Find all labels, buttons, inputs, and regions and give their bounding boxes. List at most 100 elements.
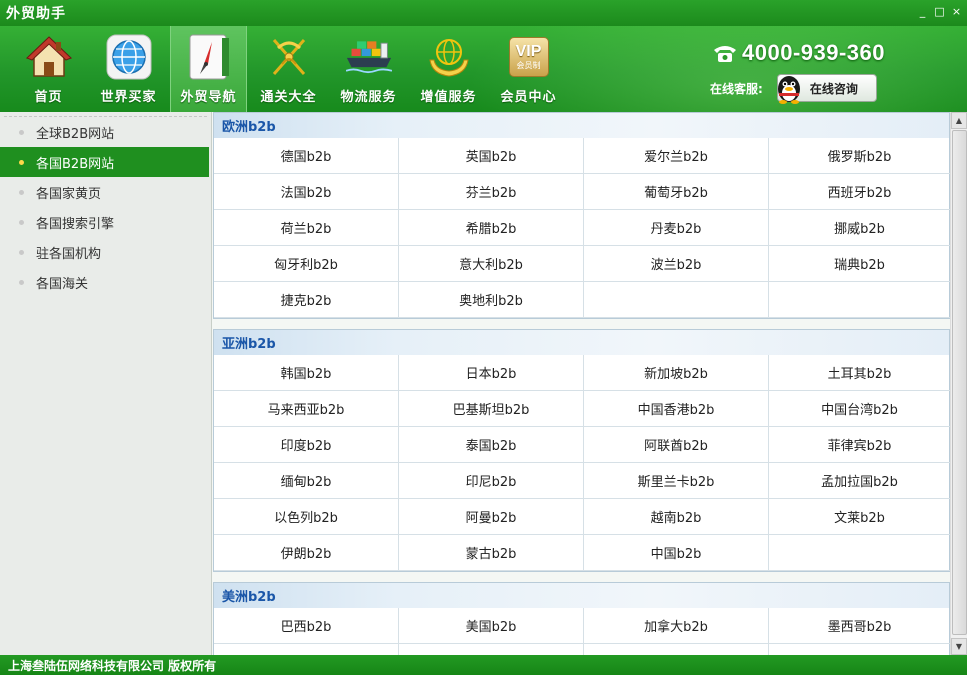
country-b2b-link[interactable]: 越南b2b bbox=[584, 499, 769, 535]
close-button[interactable]: × bbox=[950, 6, 963, 19]
nav-item-world-buyers[interactable]: 世界买家 bbox=[90, 26, 167, 112]
scroll-up-arrow-icon[interactable]: ▲ bbox=[951, 112, 967, 129]
minimize-button[interactable]: _ bbox=[916, 6, 929, 19]
online-service: 在线客服: 在线咨询 bbox=[710, 74, 877, 104]
sidebar-item-country-b2b[interactable]: 各国B2B网站 bbox=[0, 147, 209, 177]
sidebar-item-search-engines[interactable]: 各国搜索引擎 bbox=[0, 207, 211, 237]
content-panel: 欧洲b2b 德国b2b 英国b2b 爱尔兰b2b 俄罗斯b2b 法国b2b 芬兰b2b 葡萄… bbox=[212, 112, 950, 655]
country-b2b-link[interactable]: 马来西亚b2b bbox=[214, 391, 399, 427]
country-b2b-link[interactable]: 丹麦b2b bbox=[584, 210, 769, 246]
country-b2b-link[interactable]: 蒙古b2b bbox=[399, 535, 584, 571]
country-b2b-link[interactable]: 菲律宾b2b bbox=[769, 427, 950, 463]
caduceus-icon bbox=[266, 34, 312, 80]
title-bar: 外贸助手 _ □ × bbox=[0, 0, 967, 26]
nav-label: 物流服务 bbox=[340, 90, 397, 105]
country-b2b-link[interactable]: 斯里兰卡b2b bbox=[584, 463, 769, 499]
sidebar-item-customs[interactable]: 各国海关 bbox=[0, 267, 211, 297]
country-b2b-link[interactable]: 美国b2b bbox=[399, 608, 584, 644]
bullet-icon bbox=[19, 130, 24, 135]
link-grid: 德国b2b 英国b2b 爱尔兰b2b 俄罗斯b2b 法国b2b 芬兰b2b 葡萄牙b2b 西班… bbox=[214, 138, 950, 318]
country-b2b-link[interactable]: 挪威b2b bbox=[769, 210, 950, 246]
nav-item-customs[interactable]: 通关大全 bbox=[250, 26, 327, 112]
main-nav: 首页 世界买家 外贸导航 通关大全 物流服务 增值服务 VIP 会员制 会员中心 bbox=[10, 26, 570, 112]
hotline-number: 4000-939-360 bbox=[742, 40, 886, 65]
scrollbar-thumb[interactable] bbox=[952, 130, 967, 635]
country-b2b-link[interactable]: 捷克b2b bbox=[214, 282, 399, 318]
country-b2b-link[interactable]: 孟加拉国b2b bbox=[769, 463, 950, 499]
country-b2b-link[interactable]: 荷兰b2b bbox=[214, 210, 399, 246]
sidebar-item-label: 各国海关 bbox=[36, 276, 89, 292]
online-consult-button[interactable]: 在线咨询 bbox=[776, 74, 877, 104]
country-b2b-link[interactable]: 印尼b2b bbox=[399, 463, 584, 499]
status-bar: 上海叁陆伍网络科技有限公司 版权所有 bbox=[0, 655, 967, 675]
country-b2b-link[interactable]: 泰国b2b bbox=[399, 427, 584, 463]
empty-cell bbox=[399, 644, 584, 655]
app-header: 首页 世界买家 外贸导航 通关大全 物流服务 增值服务 VIP 会员制 会员中心… bbox=[0, 26, 967, 112]
online-service-label: 在线客服: bbox=[710, 81, 763, 96]
nav-label: 外贸导航 bbox=[180, 90, 237, 105]
country-b2b-link[interactable]: 爱尔兰b2b bbox=[584, 138, 769, 174]
country-b2b-link[interactable]: 印度b2b bbox=[214, 427, 399, 463]
country-b2b-link[interactable]: 阿联酋b2b bbox=[584, 427, 769, 463]
country-b2b-link[interactable]: 匈牙利b2b bbox=[214, 246, 399, 282]
bullet-icon bbox=[19, 280, 24, 285]
country-b2b-link[interactable]: 法国b2b bbox=[214, 174, 399, 210]
nav-label: 会员中心 bbox=[500, 90, 557, 105]
country-b2b-link[interactable]: 中国b2b bbox=[584, 535, 769, 571]
country-b2b-link[interactable]: 瑞典b2b bbox=[769, 246, 950, 282]
window-controls: _ □ × bbox=[916, 6, 963, 19]
nav-item-member-center[interactable]: VIP 会员制 会员中心 bbox=[490, 26, 567, 112]
country-b2b-link[interactable]: 俄罗斯b2b bbox=[769, 138, 950, 174]
hotline: 4000-939-360 bbox=[712, 40, 885, 66]
country-b2b-link[interactable]: 德国b2b bbox=[214, 138, 399, 174]
country-b2b-link[interactable]: 奥地利b2b bbox=[399, 282, 584, 318]
country-b2b-link[interactable]: 巴西b2b bbox=[214, 608, 399, 644]
window-title: 外贸助手 bbox=[6, 6, 66, 22]
country-b2b-link[interactable]: 文莱b2b bbox=[769, 499, 950, 535]
country-b2b-link[interactable]: 日本b2b bbox=[399, 355, 584, 391]
country-b2b-link[interactable]: 缅甸b2b bbox=[214, 463, 399, 499]
country-b2b-link[interactable]: 加拿大b2b bbox=[584, 608, 769, 644]
maximize-button[interactable]: □ bbox=[933, 6, 946, 19]
sidebar-item-global-b2b[interactable]: 全球B2B网站 bbox=[0, 117, 211, 147]
scroll-down-arrow-icon[interactable]: ▼ bbox=[951, 638, 967, 655]
country-b2b-link[interactable]: 葡萄牙b2b bbox=[584, 174, 769, 210]
country-b2b-link[interactable]: 中国台湾b2b bbox=[769, 391, 950, 427]
nav-item-value-added[interactable]: 增值服务 bbox=[410, 26, 487, 112]
country-b2b-link[interactable]: 土耳其b2b bbox=[769, 355, 950, 391]
empty-cell bbox=[584, 644, 769, 655]
vertical-scrollbar[interactable]: ▲ ▼ bbox=[950, 112, 967, 655]
vip-badge-subtext: 会员制 bbox=[516, 61, 541, 70]
empty-cell bbox=[769, 282, 950, 318]
link-grid: 巴西b2b 美国b2b 加拿大b2b 墨西哥b2b bbox=[214, 608, 950, 655]
house-icon bbox=[25, 34, 72, 80]
country-b2b-link[interactable]: 伊朗b2b bbox=[214, 535, 399, 571]
sidebar-item-embassies[interactable]: 驻各国机构 bbox=[0, 237, 211, 267]
bullet-icon bbox=[19, 160, 24, 165]
country-b2b-link[interactable]: 韩国b2b bbox=[214, 355, 399, 391]
vip-icon: VIP 会员制 bbox=[506, 34, 552, 80]
empty-cell bbox=[769, 535, 950, 571]
country-b2b-link[interactable]: 墨西哥b2b bbox=[769, 608, 950, 644]
country-b2b-link[interactable]: 芬兰b2b bbox=[399, 174, 584, 210]
country-b2b-link[interactable]: 西班牙b2b bbox=[769, 174, 950, 210]
nav-label: 首页 bbox=[34, 90, 63, 105]
country-b2b-link[interactable]: 英国b2b bbox=[399, 138, 584, 174]
country-b2b-link[interactable]: 阿曼b2b bbox=[399, 499, 584, 535]
telephone-icon bbox=[714, 46, 736, 62]
compass-icon bbox=[186, 34, 232, 80]
country-b2b-link[interactable]: 巴基斯坦b2b bbox=[399, 391, 584, 427]
country-b2b-link[interactable]: 希腊b2b bbox=[399, 210, 584, 246]
vip-badge-text: VIP bbox=[515, 43, 542, 60]
country-b2b-link[interactable]: 波兰b2b bbox=[584, 246, 769, 282]
nav-item-logistics[interactable]: 物流服务 bbox=[330, 26, 407, 112]
country-b2b-link[interactable]: 以色列b2b bbox=[214, 499, 399, 535]
region-title: 亚洲b2b bbox=[214, 330, 949, 355]
country-b2b-link[interactable]: 中国香港b2b bbox=[584, 391, 769, 427]
nav-item-trade-navigation[interactable]: 外贸导航 bbox=[170, 26, 247, 112]
country-b2b-link[interactable]: 新加坡b2b bbox=[584, 355, 769, 391]
nav-item-home[interactable]: 首页 bbox=[10, 26, 87, 112]
region-europe: 欧洲b2b 德国b2b 英国b2b 爱尔兰b2b 俄罗斯b2b 法国b2b 芬兰b2b 葡萄… bbox=[213, 112, 950, 319]
country-b2b-link[interactable]: 意大利b2b bbox=[399, 246, 584, 282]
sidebar-item-yellow-pages[interactable]: 各国家黄页 bbox=[0, 177, 211, 207]
